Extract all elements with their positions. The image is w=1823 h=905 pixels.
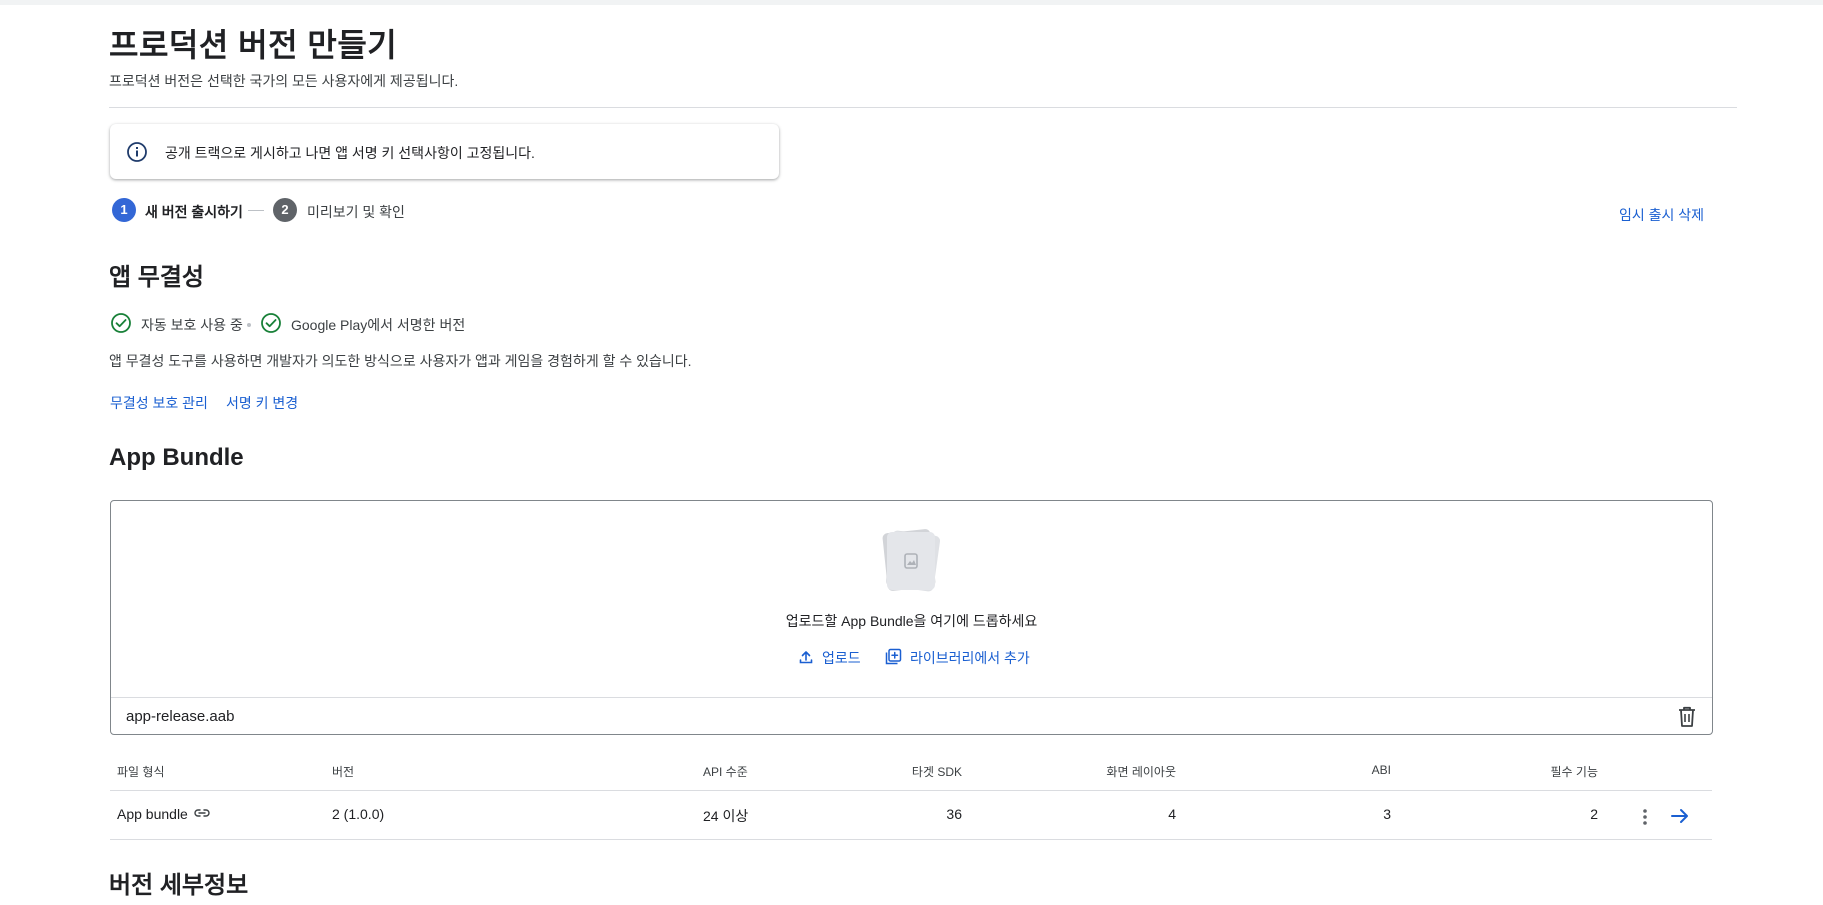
- info-banner-text: 공개 트랙으로 게시하고 나면 앱 서명 키 선택사항이 고정됩니다.: [165, 145, 535, 161]
- cell-target-sdk: 36: [946, 806, 962, 822]
- change-signing-key-link[interactable]: 서명 키 변경: [226, 393, 298, 413]
- file-stack-icon: [879, 527, 943, 599]
- step-2-label[interactable]: 미리보기 및 확인: [307, 202, 405, 222]
- col-header-abi: ABI: [1371, 763, 1391, 777]
- bundle-heading: App Bundle: [109, 444, 244, 471]
- cell-version: 2 (1.0.0): [332, 806, 385, 822]
- header-divider: [109, 107, 1737, 108]
- col-header-required-features: 필수 기능: [1550, 765, 1599, 779]
- bundle-dropzone[interactable]: 업로드할 App Bundle을 여기에 드롭하세요 업로드 라이브러리에서 추…: [110, 500, 1713, 735]
- status-play-signed: Google Play에서 서명한 버전: [291, 317, 466, 333]
- step-1-label[interactable]: 새 버전 출시하기: [145, 202, 243, 222]
- cell-abi: 3: [1383, 806, 1391, 822]
- cell-file-type: App bundle: [117, 806, 210, 822]
- col-header-file-type: 파일 형식: [117, 765, 165, 779]
- more-vert-icon[interactable]: [1637, 806, 1653, 828]
- delete-draft-link[interactable]: 임시 출시 삭제: [1619, 205, 1704, 225]
- step-2-circle[interactable]: 2: [273, 198, 297, 222]
- step-1-circle[interactable]: 1: [112, 198, 136, 222]
- upload-icon: [798, 649, 814, 668]
- col-header-target-sdk: 타겟 SDK: [911, 765, 962, 779]
- upload-button[interactable]: 업로드: [798, 648, 861, 668]
- separator-dot: [247, 323, 251, 327]
- info-icon: [126, 141, 148, 163]
- check-circle-icon: [260, 312, 282, 334]
- col-header-version: 버전: [332, 765, 355, 779]
- cell-required-features: 2: [1590, 806, 1598, 822]
- info-banner: 공개 트랙으로 게시하고 나면 앱 서명 키 선택사항이 고정됩니다.: [110, 124, 779, 179]
- page-title: 프로덕션 버전 만들기: [109, 27, 398, 63]
- uploaded-file-name: app-release.aab: [126, 708, 235, 725]
- page-subtitle: 프로덕션 버전은 선택한 국가의 모든 사용자에게 제공됩니다.: [109, 73, 459, 89]
- integrity-heading: 앱 무결성: [109, 264, 204, 291]
- table-row-divider: [110, 839, 1712, 840]
- version-details-heading: 버전 세부정보: [109, 872, 249, 899]
- col-header-screen-layouts: 화면 레이아웃: [1106, 765, 1176, 779]
- drop-instructions: 업로드할 App Bundle을 여기에 드롭하세요: [785, 613, 1038, 629]
- link-icon: [194, 806, 210, 822]
- status-auto-protection: 자동 보호 사용 중: [141, 317, 243, 333]
- cell-api-level: 24 이상: [703, 808, 749, 824]
- uploaded-file-bar: app-release.aab: [111, 697, 1712, 735]
- table-header-divider: [110, 790, 1712, 791]
- library-add-label: 라이브러리에서 추가: [910, 650, 1030, 666]
- library-add-icon: [885, 648, 902, 668]
- cell-screen-layouts: 4: [1168, 806, 1176, 822]
- upload-label: 업로드: [822, 650, 861, 666]
- check-circle-icon: [110, 312, 132, 334]
- arrow-right-icon[interactable]: [1669, 806, 1691, 826]
- trash-icon[interactable]: [1676, 705, 1698, 729]
- add-from-library-button[interactable]: 라이브러리에서 추가: [885, 648, 1030, 668]
- top-strip: [0, 0, 1823, 5]
- cell-file-type-label: App bundle: [117, 806, 188, 822]
- stepper-connector: [248, 210, 264, 211]
- integrity-description: 앱 무결성 도구를 사용하면 개발자가 의도한 방식으로 사용자가 앱과 게임을…: [109, 353, 692, 369]
- col-header-api-level: API 수준: [703, 765, 748, 779]
- manage-integrity-link[interactable]: 무결성 보호 관리: [110, 393, 208, 413]
